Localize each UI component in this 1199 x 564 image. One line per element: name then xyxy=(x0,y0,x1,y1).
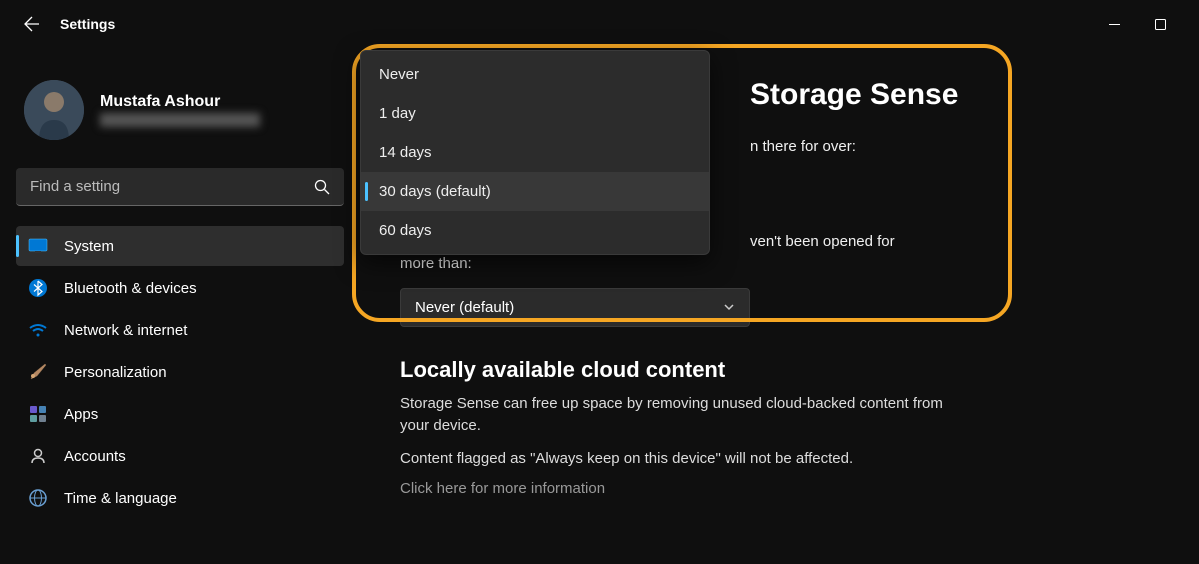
maximize-button[interactable] xyxy=(1137,8,1183,40)
globe-icon xyxy=(28,488,48,508)
dropdown-value: Never (default) xyxy=(415,299,514,316)
chevron-down-icon xyxy=(723,301,735,313)
sidebar-item-network[interactable]: Network & internet xyxy=(16,310,344,350)
profile-name: Mustafa Ashour xyxy=(100,93,336,111)
account-icon xyxy=(28,446,48,466)
app-title: Settings xyxy=(60,16,115,32)
sidebar: Mustafa Ashour System Bluetooth & device… xyxy=(0,48,360,564)
sidebar-item-label: Time & language xyxy=(64,490,177,507)
sidebar-item-personalization[interactable]: Personalization xyxy=(16,352,344,392)
sidebar-item-label: Accounts xyxy=(64,448,126,465)
titlebar: Settings xyxy=(0,0,1199,48)
content-area: Storage Sense n there for over: ven't be… xyxy=(360,48,1199,564)
sidebar-item-label: Apps xyxy=(64,406,98,423)
sidebar-item-label: System xyxy=(64,238,114,255)
cloud-content-desc1: Storage Sense can free up space by remov… xyxy=(400,393,960,438)
search-input[interactable] xyxy=(30,178,314,195)
dropdown-option-30days[interactable]: 30 days (default) xyxy=(361,172,709,211)
maximize-icon xyxy=(1155,19,1166,30)
sidebar-item-label: Personalization xyxy=(64,364,167,381)
sidebar-item-apps[interactable]: Apps xyxy=(16,394,344,434)
dropdown-option-14days[interactable]: 14 days xyxy=(361,133,709,172)
downloads-dropdown[interactable]: Never (default) xyxy=(400,288,750,327)
sidebar-item-label: Bluetooth & devices xyxy=(64,280,197,297)
search-box[interactable] xyxy=(16,168,344,206)
minimize-icon xyxy=(1109,19,1120,30)
sidebar-item-label: Network & internet xyxy=(64,322,187,339)
dropdown-option-1day[interactable]: 1 day xyxy=(361,94,709,133)
bluetooth-icon xyxy=(28,278,48,298)
profile-email xyxy=(100,113,260,127)
cloud-content-heading: Locally available cloud content xyxy=(400,357,1159,383)
apps-icon xyxy=(28,404,48,424)
brush-icon xyxy=(28,362,48,382)
dropdown-option-never[interactable]: Never xyxy=(361,55,709,94)
sidebar-item-time-language[interactable]: Time & language xyxy=(16,478,344,518)
minimize-button[interactable] xyxy=(1091,8,1137,40)
monitor-icon xyxy=(28,236,48,256)
arrow-left-icon xyxy=(24,16,40,32)
dropdown-option-60days[interactable]: 60 days xyxy=(361,211,709,250)
sidebar-item-bluetooth[interactable]: Bluetooth & devices xyxy=(16,268,344,308)
wifi-icon xyxy=(28,320,48,340)
back-button[interactable] xyxy=(16,8,48,40)
avatar xyxy=(24,80,84,140)
profile-section[interactable]: Mustafa Ashour xyxy=(16,56,344,160)
sidebar-item-accounts[interactable]: Accounts xyxy=(16,436,344,476)
cloud-content-desc2: Content flagged as "Always keep on this … xyxy=(400,448,1159,471)
cloud-info-link[interactable]: Click here for more information xyxy=(400,480,1159,497)
sidebar-nav: System Bluetooth & devices Network & int… xyxy=(16,226,344,518)
recycle-dropdown-menu: Never 1 day 14 days 30 days (default) 60… xyxy=(360,50,710,255)
search-icon xyxy=(314,179,330,195)
sidebar-item-system[interactable]: System xyxy=(16,226,344,266)
